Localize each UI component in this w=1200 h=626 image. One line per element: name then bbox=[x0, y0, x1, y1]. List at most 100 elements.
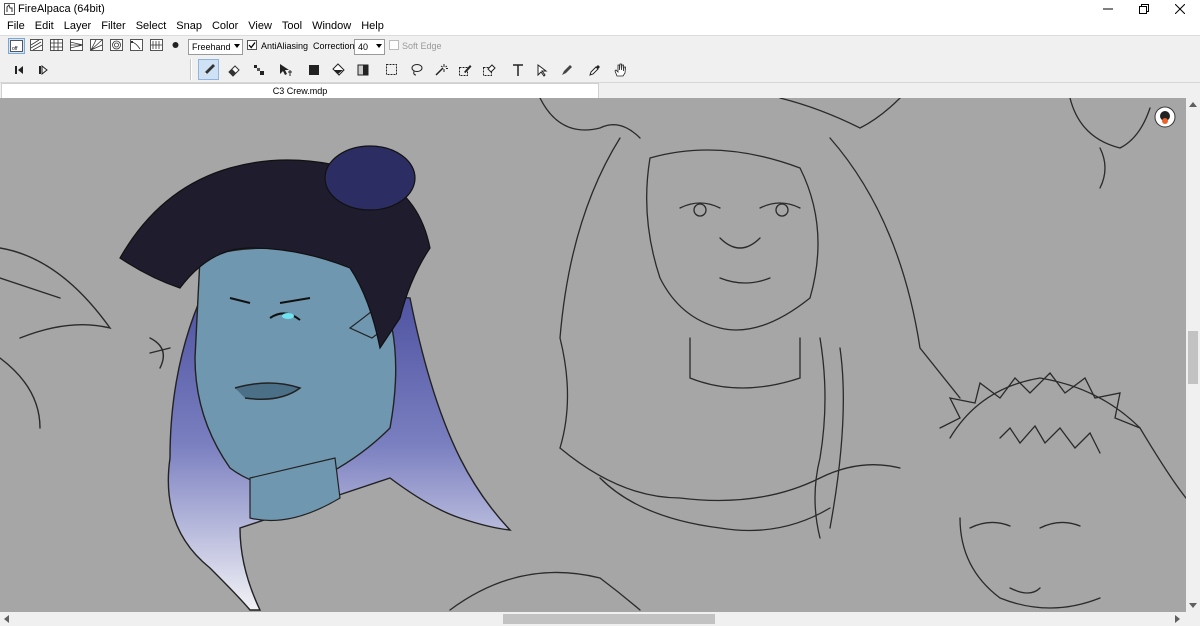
menu-filter[interactable]: Filter bbox=[96, 18, 130, 35]
horizontal-scroll-thumb[interactable] bbox=[503, 614, 715, 624]
vertical-scroll-thumb[interactable] bbox=[1188, 331, 1198, 384]
brush-mode-select[interactable]: Freehand bbox=[188, 39, 243, 55]
snap-radial-button[interactable] bbox=[88, 38, 105, 54]
menu-bar: File Edit Layer Filter Select Snap Color… bbox=[0, 18, 1200, 35]
hand-tool[interactable] bbox=[609, 59, 630, 80]
move-tool[interactable] bbox=[274, 59, 295, 80]
dot-pen-icon bbox=[253, 64, 264, 75]
snap-parallel-button[interactable] bbox=[28, 38, 45, 54]
text-tool[interactable] bbox=[507, 59, 528, 80]
menu-snap[interactable]: Snap bbox=[171, 18, 207, 35]
snap-off-icon: off bbox=[10, 40, 23, 52]
minimize-icon bbox=[1103, 8, 1113, 10]
eraser-tool[interactable] bbox=[223, 59, 244, 80]
menu-edit[interactable]: Edit bbox=[30, 18, 59, 35]
app-icon bbox=[4, 3, 15, 15]
chevron-down-icon bbox=[234, 44, 240, 48]
lasso-icon bbox=[411, 63, 422, 75]
dot-pen-tool[interactable] bbox=[248, 59, 269, 80]
magic-wand-icon bbox=[434, 63, 448, 76]
snap-vanishing-point-button[interactable] bbox=[68, 38, 85, 54]
scroll-up-icon[interactable] bbox=[1189, 101, 1197, 107]
antialiasing-label: AntiAliasing bbox=[261, 41, 309, 51]
window-title: FireAlpaca (64bit) bbox=[18, 3, 105, 15]
undo-button[interactable] bbox=[8, 59, 29, 80]
snap-curve-button[interactable] bbox=[128, 38, 145, 54]
text-icon bbox=[512, 63, 523, 76]
brush-mode-value: Freehand bbox=[192, 42, 231, 52]
bucket-tool[interactable] bbox=[328, 59, 349, 80]
horizontal-scrollbar[interactable] bbox=[0, 612, 1186, 626]
magic-wand-tool[interactable] bbox=[430, 59, 451, 80]
title-bar: FireAlpaca (64bit) bbox=[0, 0, 1200, 18]
scrollbar-corner bbox=[1186, 612, 1200, 626]
avatar bbox=[1154, 106, 1176, 128]
redo-button[interactable] bbox=[32, 59, 53, 80]
brush-tool[interactable] bbox=[198, 59, 219, 80]
eyedropper-tool[interactable] bbox=[584, 59, 605, 80]
snap-circle-button[interactable] bbox=[108, 38, 125, 54]
tab-c3-crew[interactable]: C3 Crew.mdp bbox=[1, 83, 599, 98]
redo-icon bbox=[38, 64, 48, 75]
blur-icon bbox=[561, 64, 572, 75]
snap-crisscross-button[interactable] bbox=[48, 38, 65, 54]
main-toolbar bbox=[0, 56, 1200, 83]
snap-grid-settings-icon bbox=[150, 39, 163, 51]
drawing-canvas[interactable] bbox=[0, 98, 1186, 612]
brush-dot-button[interactable] bbox=[167, 38, 184, 54]
soft-edge-label: Soft Edge bbox=[402, 41, 442, 51]
svg-text:off: off bbox=[12, 46, 18, 52]
correction-select[interactable]: 40 bbox=[354, 39, 385, 55]
correction-label: Correction bbox=[313, 41, 355, 51]
snap-curve-icon bbox=[130, 39, 143, 51]
snap-off-button[interactable]: off bbox=[8, 38, 25, 54]
antialiasing-checkbox[interactable] bbox=[247, 40, 257, 50]
close-icon bbox=[1175, 4, 1185, 14]
menu-view[interactable]: View bbox=[243, 18, 277, 35]
menu-color[interactable]: Color bbox=[207, 18, 243, 35]
snap-settings-button[interactable] bbox=[148, 38, 165, 54]
snap-circle-icon bbox=[110, 39, 123, 51]
center-sketch bbox=[449, 98, 961, 611]
select-pen-tool[interactable] bbox=[454, 59, 475, 80]
move-arrow-icon bbox=[279, 63, 292, 76]
menu-help[interactable]: Help bbox=[356, 18, 389, 35]
operation-tool[interactable] bbox=[531, 59, 552, 80]
select-eraser-tool[interactable] bbox=[478, 59, 499, 80]
document-tab-row: C3 Crew.mdp bbox=[0, 83, 1200, 98]
fill-rect-tool[interactable] bbox=[303, 59, 324, 80]
hand-icon bbox=[614, 63, 626, 76]
menu-select[interactable]: Select bbox=[131, 18, 172, 35]
soft-edge-checkbox[interactable] bbox=[389, 40, 399, 50]
pen-icon bbox=[203, 63, 215, 75]
close-button[interactable] bbox=[1162, 0, 1198, 18]
restore-button[interactable] bbox=[1126, 0, 1162, 18]
gradient-icon bbox=[357, 64, 368, 75]
eyedropper-icon bbox=[588, 64, 600, 76]
blur-tool[interactable] bbox=[556, 59, 577, 80]
select-eraser-icon bbox=[482, 63, 496, 76]
menu-file[interactable]: File bbox=[2, 18, 30, 35]
lasso-tool[interactable] bbox=[406, 59, 427, 80]
tool-options-bar: off Freehand AntiAliasing Correction 40 … bbox=[0, 35, 1200, 56]
menu-tool[interactable]: Tool bbox=[277, 18, 307, 35]
menu-layer[interactable]: Layer bbox=[59, 18, 97, 35]
scroll-right-icon[interactable] bbox=[1175, 615, 1181, 623]
vertical-scrollbar[interactable] bbox=[1186, 98, 1200, 612]
snap-crisscross-icon bbox=[50, 39, 63, 51]
scroll-left-icon[interactable] bbox=[3, 615, 9, 623]
restore-icon bbox=[1139, 4, 1149, 14]
checkmark-icon bbox=[248, 42, 256, 49]
minimize-button[interactable] bbox=[1090, 0, 1126, 18]
eraser-icon bbox=[227, 64, 240, 77]
left-sketch bbox=[0, 247, 171, 429]
select-tool[interactable] bbox=[381, 59, 402, 80]
snap-radial-icon bbox=[90, 39, 103, 51]
bucket-icon bbox=[331, 62, 345, 76]
scroll-down-icon[interactable] bbox=[1189, 603, 1197, 609]
correction-value: 40 bbox=[358, 42, 369, 52]
gradient-tool[interactable] bbox=[352, 59, 373, 80]
menu-window[interactable]: Window bbox=[307, 18, 356, 35]
artwork bbox=[0, 98, 1186, 611]
tab-label: C3 Crew.mdp bbox=[272, 86, 328, 96]
